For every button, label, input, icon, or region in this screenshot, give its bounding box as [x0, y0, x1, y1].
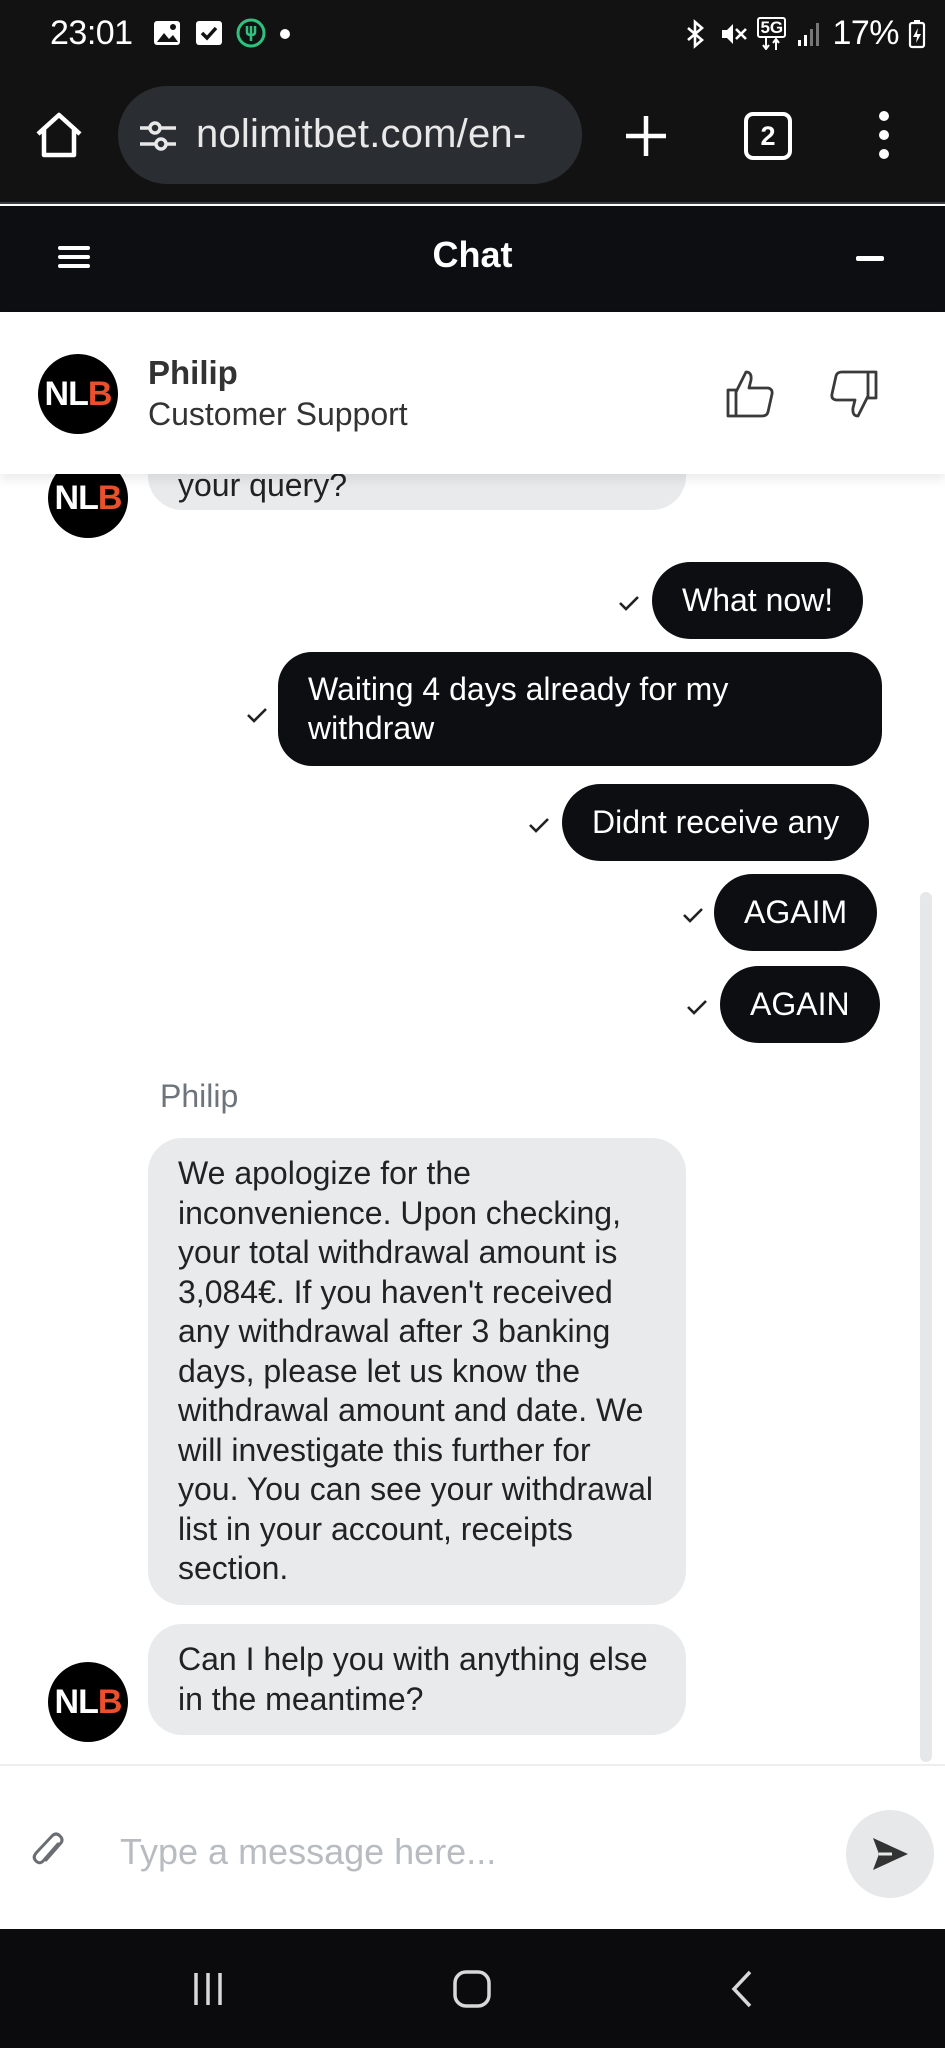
- user-message: Didnt receive any: [562, 784, 870, 861]
- signal-icon: [798, 22, 820, 46]
- status-bar: 23:01 5G 17%: [0, 0, 945, 74]
- recents-icon[interactable]: [188, 1969, 228, 2009]
- dot-icon: [280, 29, 290, 39]
- user-message: AGAIM: [714, 874, 878, 951]
- overflow-menu-icon[interactable]: [868, 108, 900, 162]
- address-bar[interactable]: nolimitbet.com/en-: [118, 86, 582, 184]
- fork-knife-icon: [236, 18, 266, 48]
- user-message: What now!: [652, 562, 864, 639]
- notification-icons: [152, 18, 292, 48]
- send-icon: [873, 1838, 908, 1870]
- user-message: AGAIN: [720, 966, 880, 1043]
- battery-icon: [908, 19, 926, 48]
- thumbs-up-icon[interactable]: [724, 368, 776, 420]
- agent-card: NL B Philip Customer Support: [0, 312, 945, 474]
- chat-title: Chat: [432, 234, 513, 275]
- check-icon: [247, 708, 267, 723]
- avatar: NL B: [48, 474, 128, 538]
- message-list[interactable]: NL B your query? What now! Waiting 4 days…: [0, 474, 945, 1764]
- network-indicator: 5G: [756, 16, 788, 51]
- browser-toolbar: nolimitbet.com/en- 2: [0, 74, 945, 204]
- message-input[interactable]: [120, 1816, 820, 1888]
- home-nav-icon[interactable]: [452, 1969, 492, 2009]
- agent-name-label: Philip: [160, 1078, 239, 1114]
- thumbs-down-icon[interactable]: [828, 368, 880, 420]
- agent-message: Can I help you with anything else in the…: [148, 1624, 686, 1735]
- tabs-icon[interactable]: 2: [744, 112, 792, 160]
- tune-icon[interactable]: [138, 118, 178, 154]
- check-icon: [619, 596, 639, 611]
- send-button[interactable]: [846, 1810, 934, 1898]
- scrollbar[interactable]: [920, 892, 932, 1762]
- agent-message: your query?: [148, 474, 686, 510]
- plus-icon[interactable]: [620, 110, 672, 162]
- network-type: 5G: [757, 16, 787, 38]
- gallery-icon: [154, 21, 180, 45]
- system-nav-bar: [0, 1929, 945, 2048]
- user-message: Waiting 4 days already for my withdraw: [278, 652, 882, 766]
- check-icon: [683, 908, 703, 923]
- agent-message: We apologize for the inconvenience. Upon…: [148, 1138, 686, 1605]
- battery-percent: 17%: [832, 14, 899, 52]
- avatar: NL B: [38, 354, 118, 434]
- bluetooth-icon: [687, 18, 705, 49]
- chat-header: Chat: [0, 206, 945, 312]
- minimize-icon[interactable]: [856, 256, 884, 261]
- checkbox-icon: [196, 21, 222, 45]
- mute-icon: [722, 23, 748, 44]
- back-icon[interactable]: [722, 1969, 762, 2009]
- agent-name: Philip: [148, 354, 238, 391]
- message-text: your query?: [178, 474, 347, 503]
- url-text[interactable]: nolimitbet.com/en-: [196, 112, 526, 157]
- message-composer: [0, 1764, 945, 1929]
- check-icon: [529, 818, 549, 833]
- agent-role: Customer Support: [148, 396, 408, 432]
- paperclip-icon[interactable]: [30, 1830, 66, 1872]
- avatar: NL B: [48, 1662, 128, 1742]
- check-icon: [687, 1000, 707, 1015]
- home-icon[interactable]: [32, 108, 86, 162]
- status-time: 23:01: [50, 14, 133, 52]
- system-icons: 5G 17%: [680, 14, 927, 53]
